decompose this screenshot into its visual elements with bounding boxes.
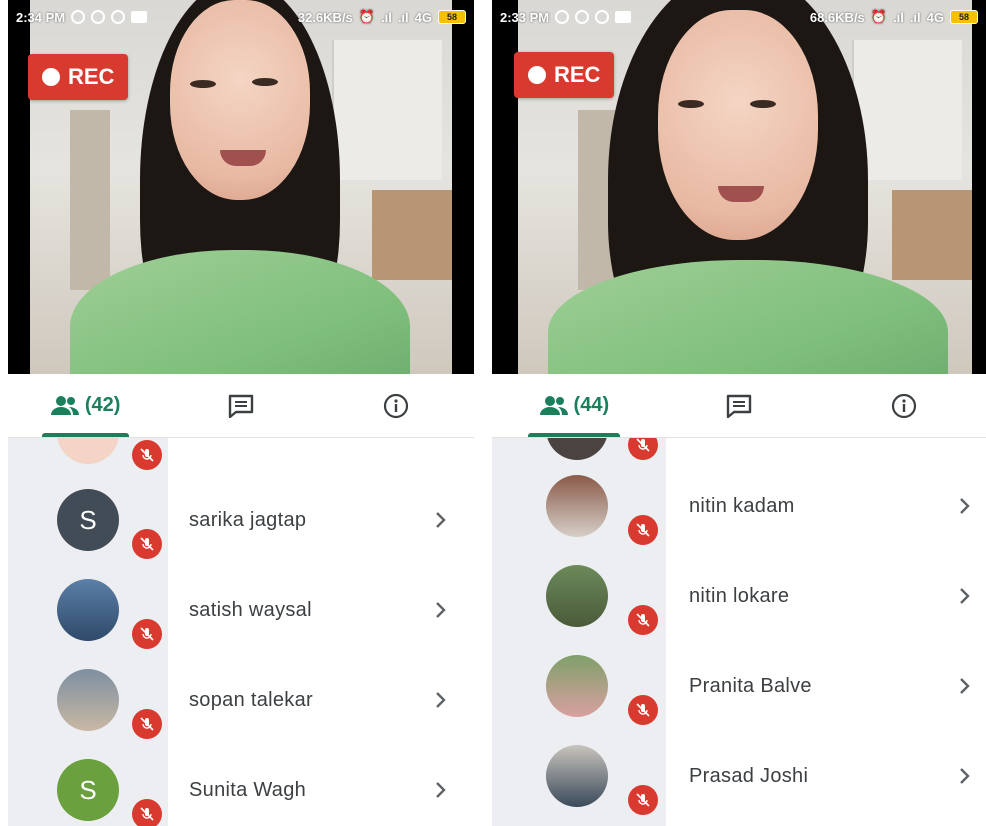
tab-info[interactable] [319, 374, 474, 437]
signal-icon: .ıl [892, 9, 904, 25]
avatar: S [57, 489, 119, 551]
network-speed: 32.6KB/s [297, 9, 353, 25]
chat-bubble-icon [91, 10, 106, 24]
video-feed[interactable]: 2:33 PM 68.6KB/s ⏰ .ıl .ıl 4G 58 REC [492, 0, 986, 374]
rec-label: REC [68, 64, 115, 89]
meeting-tabs: (42) [8, 374, 474, 438]
participant-list[interactable]: nitin kadam nitin lokare Pranita Balve P… [492, 438, 986, 826]
participant-row[interactable]: nitin lokare [492, 551, 986, 641]
whatsapp-icon [71, 10, 86, 24]
messenger-icon [595, 10, 610, 24]
status-bar: 2:34 PM 32.6KB/s ⏰ .ıl .ıl 4G 58 [8, 0, 474, 34]
recording-badge: REC [514, 52, 615, 98]
avatar [546, 655, 608, 717]
info-icon [384, 393, 409, 418]
participant-list[interactable]: S sarika jagtap satish waysal sopan tale… [8, 438, 474, 826]
mic-off-icon [132, 709, 162, 739]
status-bar: 2:33 PM 68.6KB/s ⏰ .ıl .ıl 4G 58 [492, 0, 986, 34]
participant-name: sarika jagtap [189, 508, 307, 531]
participant-row[interactable]: Pranita Balve [492, 641, 986, 731]
tab-info[interactable] [821, 374, 986, 437]
avatar [57, 579, 119, 641]
meeting-tabs: (44) [492, 374, 986, 438]
avatar [57, 438, 119, 464]
chat-icon [228, 394, 254, 418]
avatar: S [57, 759, 119, 821]
tab-chat[interactable] [163, 374, 318, 437]
rec-label: REC [554, 62, 601, 87]
participant-row[interactable]: S Sunita Wagh [8, 745, 474, 826]
whatsapp-icon [555, 10, 570, 24]
mic-off-icon [628, 695, 658, 725]
messenger-icon [111, 10, 126, 24]
network-type: 4G [926, 9, 944, 25]
people-count: (42) [84, 394, 121, 416]
chevron-right-icon[interactable] [956, 766, 974, 786]
chevron-right-icon[interactable] [432, 690, 450, 710]
participant-row[interactable]: S sarika jagtap [8, 475, 474, 565]
clock: 2:33 PM [500, 9, 550, 25]
mic-off-icon [628, 785, 658, 815]
avatar [57, 669, 119, 731]
chat-icon [726, 394, 752, 418]
mic-off-icon [132, 529, 162, 559]
recording-badge: REC [28, 54, 129, 100]
participant-row[interactable]: nitin kadam [492, 461, 986, 551]
record-dot-icon [528, 66, 546, 84]
network-type: 4G [414, 9, 432, 25]
signal-icon-2: .ıl [909, 9, 921, 25]
avatar [546, 475, 608, 537]
participant-name: Prasad Joshi [689, 764, 809, 787]
people-count: (44) [573, 394, 610, 416]
battery-icon: 58 [950, 10, 978, 24]
meeting-screen-left: 2:34 PM 32.6KB/s ⏰ .ıl .ıl 4G 58 REC (42… [8, 0, 474, 826]
participant-name: Sunita Wagh [189, 778, 307, 801]
chevron-right-icon[interactable] [432, 600, 450, 620]
chevron-right-icon[interactable] [432, 780, 450, 800]
mic-off-icon [628, 438, 658, 460]
people-icon [50, 395, 79, 415]
participant-name: nitin kadam [689, 494, 795, 517]
avatar [546, 745, 608, 807]
chevron-right-icon[interactable] [956, 496, 974, 516]
mic-off-icon [628, 515, 658, 545]
alarm-icon: ⏰ [358, 9, 375, 24]
tab-people[interactable]: (42) [8, 374, 163, 437]
mic-off-icon [132, 799, 162, 826]
chevron-right-icon[interactable] [956, 586, 974, 606]
youtube-icon [615, 11, 632, 23]
participant-row[interactable]: Prasad Joshi [492, 731, 986, 821]
participant-row[interactable]: satish waysal [8, 565, 474, 655]
participant-name: nitin lokare [689, 584, 790, 607]
avatar [546, 438, 608, 460]
alarm-icon: ⏰ [870, 9, 887, 24]
signal-icon-2: .ıl [397, 9, 409, 25]
battery-icon: 58 [438, 10, 466, 24]
tab-people[interactable]: (44) [492, 374, 657, 437]
participant-name: Pranita Balve [689, 674, 812, 697]
participant-row[interactable]: sopan talekar [8, 655, 474, 745]
youtube-icon [131, 11, 148, 23]
chat-bubble-icon [575, 10, 590, 24]
network-speed: 68.6KB/s [809, 9, 865, 25]
video-feed[interactable]: 2:34 PM 32.6KB/s ⏰ .ıl .ıl 4G 58 REC [8, 0, 474, 374]
people-icon [539, 395, 568, 415]
chevron-right-icon[interactable] [432, 510, 450, 530]
meeting-screen-right: 2:33 PM 68.6KB/s ⏰ .ıl .ıl 4G 58 REC (44… [492, 0, 986, 826]
signal-icon: .ıl [380, 9, 392, 25]
participant-name: satish waysal [189, 598, 312, 621]
participant-name: sopan talekar [189, 688, 313, 711]
mic-off-icon [132, 619, 162, 649]
chevron-right-icon[interactable] [956, 676, 974, 696]
record-dot-icon [42, 68, 60, 86]
mic-off-icon [132, 440, 162, 470]
tab-chat[interactable] [657, 374, 822, 437]
info-icon [891, 393, 916, 418]
clock: 2:34 PM [16, 9, 66, 25]
avatar [546, 565, 608, 627]
mic-off-icon [628, 605, 658, 635]
